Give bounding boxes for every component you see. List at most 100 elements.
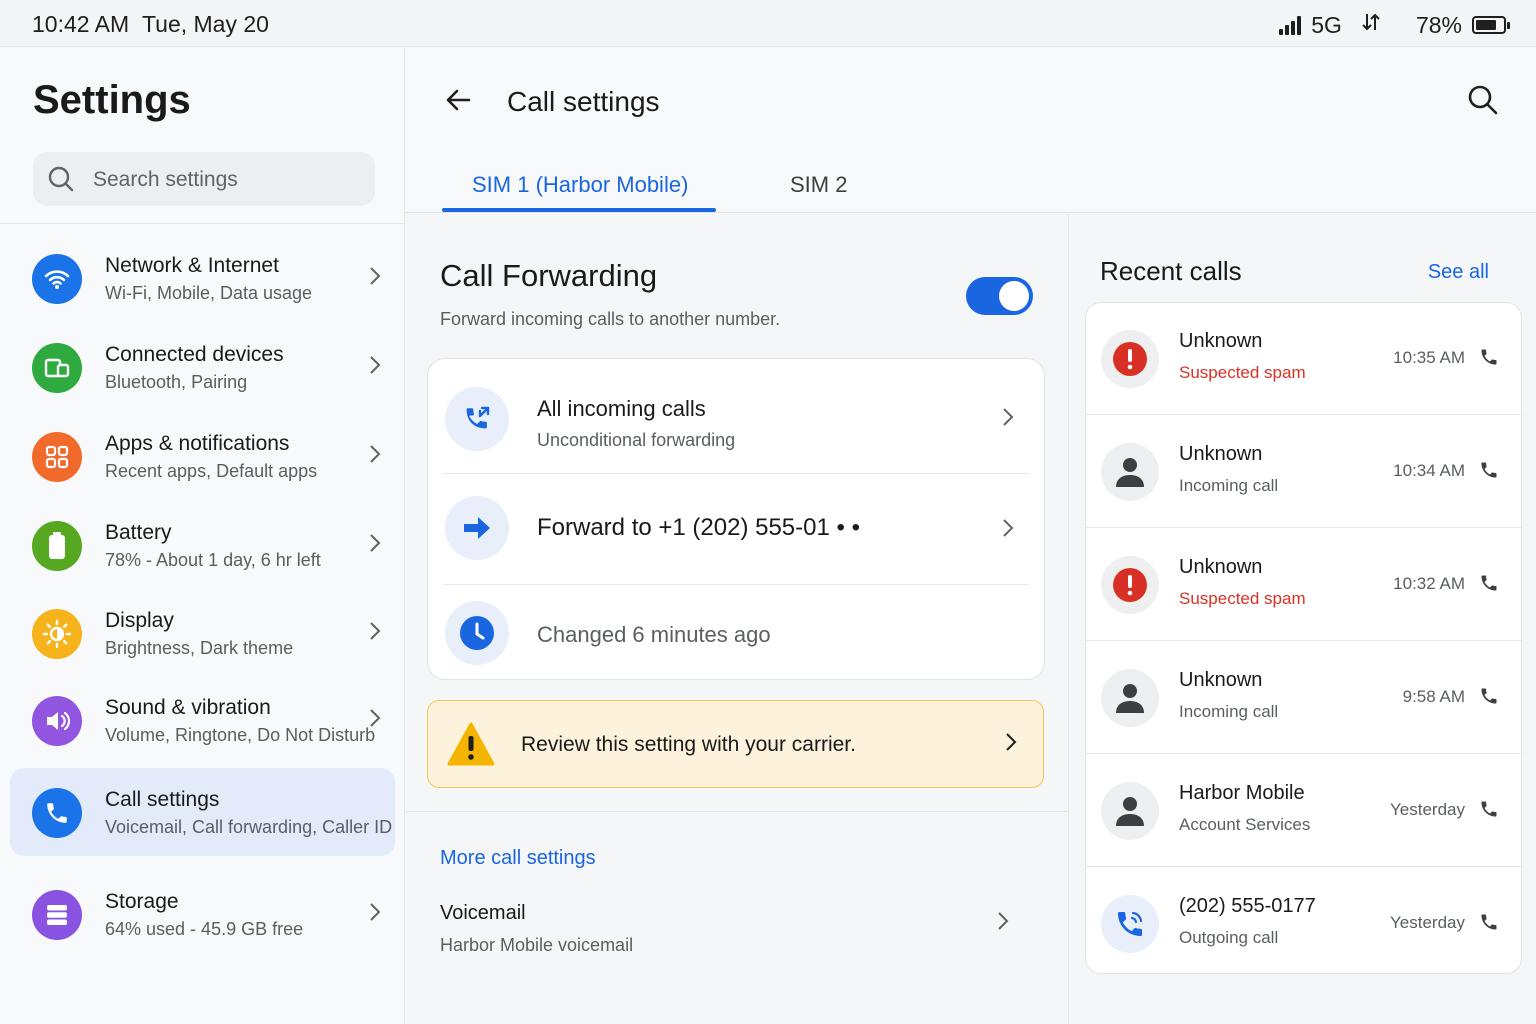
- sidebar-item-label: Call settings: [105, 788, 220, 811]
- call-forwarding-title: Call Forwarding: [440, 258, 658, 293]
- forwarding-row-number[interactable]: Forward to +1 (202) 555-01 • •: [428, 474, 1044, 584]
- chevron-right-icon: [370, 534, 381, 552]
- row-label: All incoming calls: [537, 396, 706, 421]
- sidebar-item-subtitle: Bluetooth, Pairing: [105, 372, 248, 392]
- see-all-link[interactable]: See all: [1428, 261, 1489, 284]
- tab-sim-1[interactable]: SIM 1 (Harbor Mobile): [472, 172, 688, 198]
- forward-number: Forward to +1 (202) 555-01 • •: [537, 514, 860, 541]
- person-icon: [1101, 443, 1159, 501]
- call-forwarding-toggle[interactable]: [966, 277, 1033, 315]
- call-item[interactable]: Unknown Suspected spam 10:35 AM: [1086, 303, 1521, 415]
- spam-alert-icon: [1101, 330, 1159, 388]
- sidebar-item-subtitle: 78% - About 1 day, 6 hr left: [105, 550, 321, 570]
- more-call-settings-link[interactable]: More call settings: [440, 847, 596, 870]
- clock: 10:42 AM: [32, 11, 130, 37]
- search-placeholder: Search settings: [93, 168, 238, 191]
- sidebar-item-apps[interactable]: Apps & notifications Recent apps, Defaul…: [10, 412, 395, 500]
- call-status: Incoming call: [1179, 702, 1279, 721]
- forwarding-row-all-incoming[interactable]: All incoming calls Unconditional forward…: [428, 359, 1044, 469]
- sidebar-item-call-settings[interactable]: Call settings Voicemail, Call forwarding…: [10, 768, 395, 856]
- sidebar-item-label: Display: [105, 609, 174, 632]
- chevron-right-icon: [370, 445, 381, 463]
- status-indicators: 5G 78%: [1263, 11, 1510, 39]
- brightness-icon: [32, 609, 82, 659]
- last-changed: Changed 6 minutes ago: [537, 622, 771, 647]
- outgoing-call-icon: [1101, 895, 1159, 953]
- sidebar-item-network[interactable]: Network & Internet Wi-Fi, Mobile, Data u…: [10, 234, 395, 322]
- sidebar-title: Settings: [33, 78, 191, 122]
- sidebar-item-connected-devices[interactable]: Connected devices Bluetooth, Pairing: [10, 323, 395, 411]
- phone-icon[interactable]: [1479, 347, 1499, 367]
- call-status: Suspected spam: [1179, 589, 1306, 608]
- call-time: 10:34 AM: [1393, 461, 1465, 480]
- call-time: 10:32 AM: [1393, 574, 1465, 593]
- phone-icon[interactable]: [1479, 686, 1499, 706]
- call-time: 10:35 AM: [1393, 348, 1465, 367]
- caller-name: (202) 555-0177: [1179, 895, 1316, 917]
- call-status: Incoming call: [1179, 476, 1279, 495]
- phone-icon[interactable]: [1479, 912, 1499, 932]
- call-item[interactable]: Unknown Suspected spam 10:32 AM: [1086, 529, 1521, 641]
- call-item[interactable]: Harbor Mobile Account Services Yesterday: [1086, 755, 1521, 867]
- sidebar-item-storage[interactable]: Storage 64% used - 45.9 GB free: [10, 870, 395, 958]
- toggle-knob: [999, 281, 1029, 311]
- sidebar-item-label: Connected devices: [105, 343, 284, 366]
- sidebar-item-sound[interactable]: Sound & vibration Volume, Ringtone, Do N…: [10, 676, 395, 764]
- page-title: Call settings: [507, 86, 660, 117]
- sidebar-item-subtitle: Brightness, Dark theme: [105, 638, 294, 658]
- chevron-right-icon: [370, 622, 381, 640]
- recent-calls-list: Unknown Suspected spam 10:35 AM Unknown …: [1085, 302, 1522, 974]
- sidebar: Settings Search settings Network & Inter…: [0, 48, 405, 1024]
- sidebar-item-subtitle: Recent apps, Default apps: [105, 461, 318, 481]
- chevron-right-icon: [1003, 519, 1014, 537]
- phone-icon[interactable]: [1479, 573, 1499, 593]
- call-status: Outgoing call: [1179, 928, 1279, 947]
- call-item[interactable]: Unknown Incoming call 10:34 AM: [1086, 416, 1521, 528]
- sidebar-item-label: Apps & notifications: [105, 432, 290, 455]
- sidebar-item-battery[interactable]: Battery 78% - About 1 day, 6 hr left: [10, 501, 395, 589]
- chevron-right-icon: [370, 267, 381, 285]
- person-icon: [1101, 669, 1159, 727]
- search-icon[interactable]: [1467, 84, 1499, 116]
- sidebar-item-label: Sound & vibration: [105, 696, 271, 719]
- apps-icon: [32, 432, 82, 482]
- tab-sim-2[interactable]: SIM 2: [790, 172, 847, 198]
- sidebar-item-subtitle: 64% used - 45.9 GB free: [105, 919, 304, 939]
- battery-percent: 78%: [1415, 11, 1462, 38]
- call-item[interactable]: (202) 555-0177 Outgoing call Yesterday: [1086, 868, 1521, 973]
- call-status: Account Services: [1179, 815, 1311, 834]
- caller-name: Unknown: [1179, 669, 1263, 691]
- page-header: Call settings SIM 1 (Harbor Mobile) SIM …: [406, 48, 1536, 213]
- caller-name: Unknown: [1179, 556, 1263, 578]
- chevron-right-icon: [370, 903, 381, 921]
- chevron-right-icon: [370, 709, 381, 727]
- call-item[interactable]: Unknown Incoming call 9:58 AM: [1086, 642, 1521, 754]
- chevron-right-icon: [1006, 733, 1017, 751]
- status-bar: 10:42 AM Tue, May 20 5G 78%: [0, 0, 1536, 47]
- call-forward-icon: [445, 387, 509, 451]
- phone-icon[interactable]: [1479, 460, 1499, 480]
- forwarding-row-changed: Changed 6 minutes ago: [428, 585, 1044, 695]
- warning-text: Review this setting with your carrier.: [521, 733, 856, 756]
- sidebar-item-label: Battery: [105, 521, 172, 544]
- caller-name: Unknown: [1179, 330, 1263, 352]
- search-icon: [48, 166, 74, 192]
- recent-calls-title: Recent calls: [1100, 256, 1242, 286]
- chevron-right-icon: [370, 356, 381, 374]
- voicemail-label[interactable]: Voicemail: [440, 902, 526, 925]
- sidebar-item-label: Network & Internet: [105, 254, 279, 277]
- recent-calls-panel: Recent calls See all Unknown Suspected s…: [1070, 214, 1536, 1024]
- sidebar-item-display[interactable]: Display Brightness, Dark theme: [10, 589, 395, 677]
- call-forwarding-description: Forward incoming calls to another number…: [440, 309, 781, 329]
- search-input[interactable]: Search settings: [33, 152, 375, 206]
- phone-icon[interactable]: [1479, 799, 1499, 819]
- call-time: Yesterday: [1390, 913, 1465, 932]
- carrier-warning-banner[interactable]: Review this setting with your carrier.: [427, 700, 1044, 788]
- sidebar-item-subtitle: Volume, Ringtone, Do Not Disturb: [105, 725, 376, 745]
- chevron-right-icon: [1003, 408, 1014, 426]
- call-status: Suspected spam: [1179, 363, 1306, 382]
- chevron-right-icon[interactable]: [997, 911, 1009, 931]
- battery-icon: [32, 521, 82, 571]
- back-arrow-icon[interactable]: [444, 86, 472, 114]
- voicemail-subtitle: Harbor Mobile voicemail: [440, 935, 634, 955]
